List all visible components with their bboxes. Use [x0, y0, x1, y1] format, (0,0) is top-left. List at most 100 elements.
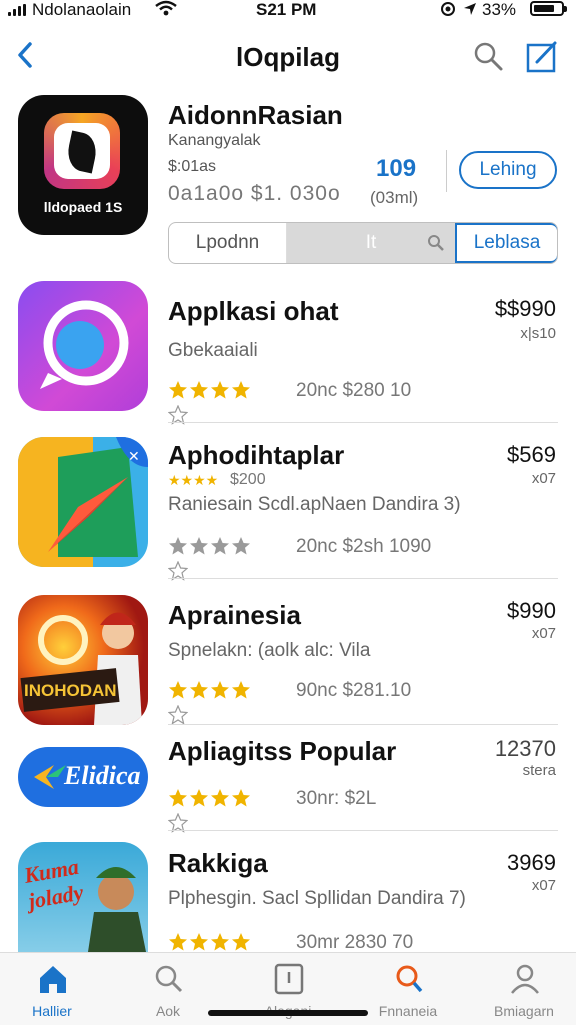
star-rating [167, 788, 272, 833]
app-category: Spnelakn: (aolk alc: Vila [168, 640, 371, 661]
magnifier-icon [428, 235, 444, 251]
app-name[interactable]: Aphodihtaplar [168, 440, 344, 471]
search-icon [155, 965, 183, 993]
compose-icon[interactable] [525, 40, 559, 74]
featured-stats: 0a1a0o $1. 030o [168, 182, 341, 205]
search-icon [396, 965, 423, 993]
app-price-sub: stera [522, 762, 556, 779]
star-icon [190, 681, 208, 699]
featured-price-line: $:01as [168, 158, 217, 175]
home-indicator[interactable] [208, 1010, 368, 1016]
star-icon [211, 537, 229, 555]
app-price-sub: x07 [531, 877, 556, 894]
featured-developer: Kanangyalak [168, 132, 261, 149]
location-arrow-icon [464, 3, 476, 15]
app-price[interactable]: $$990 [495, 296, 556, 322]
battery-icon [530, 1, 567, 16]
app-price[interactable]: $569 [507, 442, 556, 468]
featured-app-icon[interactable]: lldopaed 1S [18, 95, 148, 235]
app-price[interactable]: 3969 [507, 850, 556, 876]
elidica-logo-icon [34, 765, 66, 789]
star-icon [211, 681, 229, 699]
app-name[interactable]: Aprainesia [168, 600, 301, 631]
segment-3[interactable]: Leblasa [455, 223, 557, 263]
svg-text:✕: ✕ [128, 449, 140, 465]
apps-icon [274, 963, 304, 995]
get-button[interactable]: Lehing [459, 151, 557, 189]
app-icon-chat[interactable] [18, 281, 148, 411]
home-icon [40, 966, 66, 993]
row-separator [168, 422, 558, 423]
tab-profile[interactable]: Bmiagarn [476, 953, 572, 1023]
app-price-sub: x07 [531, 470, 556, 487]
search-icon[interactable] [472, 40, 504, 72]
tab-label: Aok [155, 1003, 181, 1019]
tab-label: Fnnaneia [378, 1003, 438, 1019]
star-icon [232, 537, 250, 555]
app-description: Raniesain Scdl.apNaen Dandira 3) [168, 494, 461, 515]
app-name[interactable]: Rakkiga [168, 848, 268, 879]
segment-1[interactable]: Lpodnn [169, 223, 287, 263]
segmented-control: Lpodnn It Leblasa [168, 222, 558, 264]
lock-rotation-icon [441, 2, 455, 16]
mini-price: $200 [230, 471, 266, 488]
app-icon-elidica[interactable]: Elidica [18, 747, 148, 807]
star-icon [190, 933, 208, 951]
app-icon-game[interactable]: INOHODAN [18, 595, 148, 725]
chat-bubble-icon [40, 300, 129, 389]
star-rating [167, 680, 272, 725]
star-icon [211, 933, 229, 951]
star-icon [190, 789, 208, 807]
maps-icon: ✕ [18, 437, 148, 567]
star-icon [232, 681, 250, 699]
clock: S21 PM [256, 0, 317, 19]
star-icon [167, 704, 189, 725]
status-bar: Ndolanaolain S21 PM 33% [0, 0, 576, 22]
elidica-icon-text: Elidica [64, 761, 141, 790]
star-rating [167, 380, 272, 425]
app-name[interactable]: Apliagitss Popular [168, 736, 396, 767]
divider [446, 150, 447, 192]
tab-search[interactable]: Aok [120, 953, 216, 1023]
wifi-icon [155, 0, 177, 16]
star-rating [167, 932, 272, 977]
star-icon [190, 381, 208, 399]
star-icon [169, 681, 187, 699]
star-icon [211, 381, 229, 399]
featured-app-name[interactable]: AidonnRasian [168, 100, 343, 131]
app-meta: 90nc $281.10 [296, 680, 412, 701]
tab-home[interactable]: Hallier [4, 953, 100, 1023]
tab-label: Hallier [32, 1003, 72, 1019]
star-icon [169, 789, 187, 807]
featured-rating-count: 109 [376, 155, 417, 182]
app-category: Gbekaaiali [168, 340, 258, 361]
app-icon-maps[interactable]: ✕ [18, 437, 148, 567]
game-icon-text: INOHODAN [24, 681, 117, 700]
person-icon [511, 964, 539, 994]
row-separator [168, 578, 558, 579]
signal-icon [8, 4, 30, 16]
app-icon-comic[interactable]: Kuma jolady [18, 842, 148, 952]
app-meta: 20nc $280 10 [296, 380, 412, 401]
star-icon [169, 933, 187, 951]
star-icon [169, 381, 187, 399]
app-meta: 20nc $2sh 1090 [296, 536, 432, 557]
star-icon [232, 933, 250, 951]
app-name[interactable]: Applkasi ohat [168, 296, 338, 327]
star-icon [232, 381, 250, 399]
app-price[interactable]: 12370 [495, 736, 556, 762]
star-icon [211, 789, 229, 807]
star-icon [232, 789, 250, 807]
app-description: Plphesgin. Sacl Spllidan Dandira 7) [168, 888, 466, 909]
app-price-sub: x|s10 [520, 325, 556, 342]
game-character-icon [20, 612, 142, 725]
app-meta: 30nr: $2L [296, 788, 377, 809]
mini-star-rating: ★★★★ [168, 472, 219, 488]
app-price-sub: x07 [531, 625, 556, 642]
row-separator [168, 830, 558, 831]
tab-finance[interactable]: Fnnaneia [360, 953, 456, 1023]
row-separator [168, 724, 558, 725]
star-icon [169, 537, 187, 555]
featured-rating-label: (03ml) [370, 188, 419, 207]
app-price[interactable]: $990 [507, 598, 556, 624]
